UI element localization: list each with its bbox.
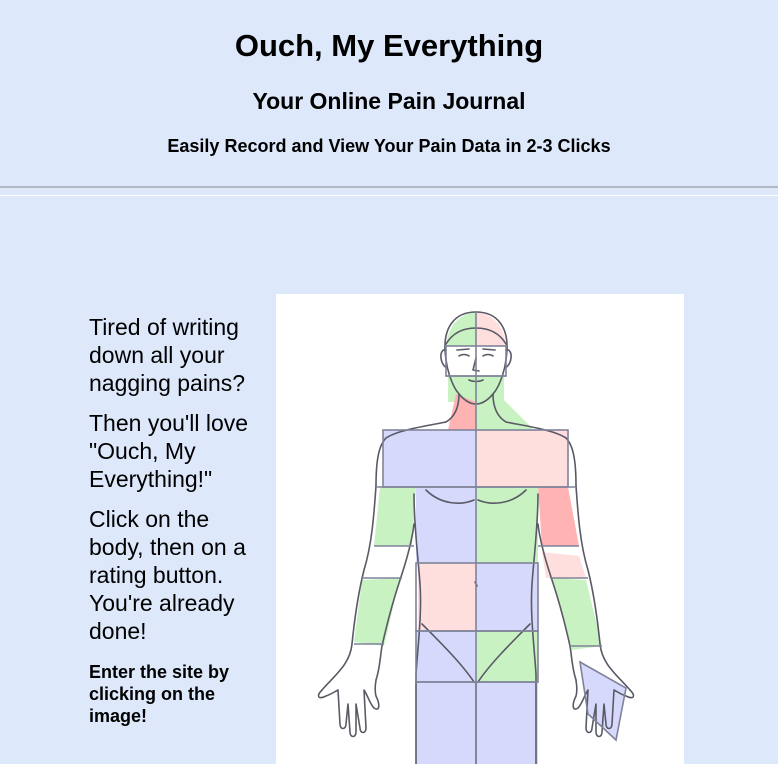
hand-left (317, 679, 380, 738)
region-torso-left (416, 487, 476, 563)
intro-paragraph-3: Click on the body, then on a rating butt… (89, 506, 246, 644)
region-thigh-left (416, 682, 476, 764)
region-forearm-right (552, 578, 602, 650)
region-hip-right (476, 631, 538, 682)
region-chest-right (476, 430, 568, 487)
region-neck-right (476, 394, 534, 430)
header-divider (0, 186, 778, 196)
eye-right (482, 353, 494, 357)
eye-left (458, 353, 470, 357)
region-torso-right (476, 487, 538, 563)
region-forearm-left (354, 578, 400, 646)
body-map-image-link[interactable] (276, 294, 684, 764)
intro-text: Tired of writing down all your nagging p… (89, 313, 269, 739)
region-upper-arm-left (374, 487, 416, 546)
intro-paragraph-1: Tired of writing down all your nagging p… (89, 314, 246, 396)
brow-left (456, 348, 470, 351)
brow-right (482, 348, 496, 351)
region-upper-arm-right (538, 487, 579, 546)
intro-paragraph-2: Then you'll love "Ouch, My Everything!" (89, 410, 249, 492)
region-abdomen-left (418, 563, 476, 631)
human-body-outline-icon (317, 311, 635, 764)
site-tagline: Easily Record and View Your Pain Data in… (167, 136, 611, 156)
site-title: Ouch, My Everything (234, 28, 544, 63)
region-abdomen-right (476, 563, 538, 631)
region-chest-left (383, 430, 476, 487)
site-subtitle: Your Online Pain Journal (252, 88, 526, 114)
region-elbow-right (542, 552, 586, 578)
site-header: Ouch, My Everything Your Online Pain Jou… (0, 0, 778, 186)
region-hip-left (416, 631, 476, 682)
region-thigh-right (476, 682, 538, 764)
enter-site-note: Enter the site by clicking on the image! (89, 662, 230, 726)
